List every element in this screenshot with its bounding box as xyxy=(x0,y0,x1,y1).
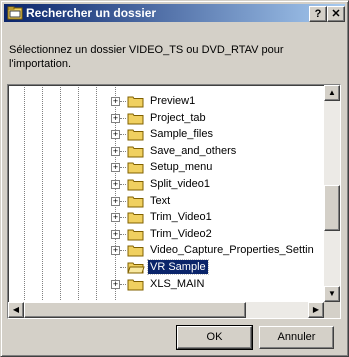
tree-item-label: Save_and_others xyxy=(150,144,237,157)
tree-connector xyxy=(120,167,126,169)
tree-item-label: Text xyxy=(150,194,171,207)
expand-icon[interactable]: + xyxy=(111,213,120,223)
tree-item-label: Trim_Video2 xyxy=(150,227,212,240)
expand-icon[interactable]: + xyxy=(111,163,120,173)
horizontal-scrollbar[interactable]: ◀ ▶ xyxy=(8,302,324,318)
horizontal-scroll-thumb[interactable] xyxy=(24,302,246,318)
folder-icon xyxy=(127,146,144,158)
tree-item[interactable]: + Trim_Video2 xyxy=(10,226,322,242)
tree-item[interactable]: + Sample_files xyxy=(10,126,322,142)
close-button[interactable]: ✕ xyxy=(327,6,345,22)
expand-icon[interactable]: + xyxy=(111,180,120,189)
scroll-up-button[interactable]: ▲ xyxy=(324,85,340,101)
title-bar[interactable]: Rechercher un dossier ? ✕ xyxy=(4,4,345,22)
cancel-button[interactable]: Annuler xyxy=(259,326,334,349)
instruction-text: Sélectionnez un dossier VIDEO_TS ou DVD_… xyxy=(9,44,284,70)
tree-connector xyxy=(120,117,126,119)
tree-item-label: Project_tab xyxy=(150,111,206,124)
tree-item[interactable]: + Text xyxy=(10,193,322,209)
tree-item-label: Split_video1 xyxy=(150,178,210,190)
help-button[interactable]: ? xyxy=(309,6,327,22)
expand-icon[interactable]: + xyxy=(111,229,120,239)
scroll-left-button[interactable]: ◀ xyxy=(8,302,24,318)
folder-search-icon xyxy=(7,6,23,20)
tree-item-label: VR Sample xyxy=(147,259,209,275)
tree-connector xyxy=(120,233,126,235)
expand-icon[interactable]: + xyxy=(111,246,120,256)
expand-icon[interactable]: + xyxy=(111,130,120,140)
scroll-right-button[interactable]: ▶ xyxy=(308,302,324,318)
folder-icon xyxy=(127,129,144,141)
folder-icon xyxy=(127,279,144,291)
tree-item-label: Sample_files xyxy=(150,128,213,141)
tree-connector xyxy=(120,217,126,219)
tree-item[interactable]: + Setup_menu xyxy=(10,159,322,175)
tree-item[interactable]: + Video_Capture_Properties_Settin xyxy=(10,242,322,258)
vertical-scroll-thumb[interactable] xyxy=(324,185,340,231)
expand-icon[interactable]: + xyxy=(111,146,120,156)
folder-icon xyxy=(127,96,144,108)
tree-item-label: Trim_Video1 xyxy=(150,211,212,224)
folder-icon xyxy=(127,229,144,241)
tree-connector xyxy=(120,184,126,185)
scroll-down-button[interactable]: ▼ xyxy=(324,286,340,302)
vertical-scrollbar[interactable]: ▲ ▼ xyxy=(324,85,340,302)
folder-icon xyxy=(127,196,144,208)
open-folder-icon xyxy=(127,262,145,274)
expand-icon[interactable]: + xyxy=(111,196,120,206)
tree-connector xyxy=(120,250,126,252)
window-title: Rechercher un dossier xyxy=(26,6,157,20)
folder-icon xyxy=(127,179,144,191)
folder-icon xyxy=(127,162,144,174)
scrollbar-corner xyxy=(324,302,340,318)
expand-icon[interactable]: + xyxy=(111,97,120,106)
tree-item[interactable]: VR Sample xyxy=(10,259,322,275)
folder-icon xyxy=(127,245,144,257)
tree-item-label: Video_Capture_Properties_Settin xyxy=(150,244,314,257)
tree-item[interactable]: + Split_video1 xyxy=(10,176,322,192)
tree-item-label: XLS_MAIN xyxy=(150,277,205,290)
tree-connector xyxy=(120,101,126,102)
tree-item[interactable]: + Preview1 xyxy=(10,93,322,109)
tree-item-label: Preview1 xyxy=(150,95,196,107)
tree-item[interactable]: + XLS_MAIN xyxy=(10,276,322,292)
tree-connector xyxy=(120,134,126,136)
folder-icon xyxy=(127,212,144,224)
tree-item[interactable]: + Project_tab xyxy=(10,110,322,126)
folder-tree-viewport: + Preview1 + Project_tab + Sample_files + Save_… xyxy=(10,87,322,300)
tree-connector xyxy=(120,267,126,268)
expand-icon[interactable]: + xyxy=(111,279,120,289)
tree-item[interactable]: + Save_and_others xyxy=(10,143,322,159)
folder-icon xyxy=(127,113,144,125)
tree-connector xyxy=(120,283,126,285)
browse-folder-dialog: Rechercher un dossier ? ✕ Sélectionnez u… xyxy=(0,0,349,357)
expand-icon[interactable]: + xyxy=(111,113,120,123)
tree-item[interactable]: + Trim_Video1 xyxy=(10,209,322,225)
ok-button[interactable]: OK xyxy=(176,325,253,350)
tree-item-label: Setup_menu xyxy=(150,161,213,174)
tree-connector xyxy=(120,200,126,202)
tree-connector xyxy=(120,150,126,152)
folder-tree[interactable]: + Preview1 + Project_tab + Sample_files + Save_… xyxy=(7,84,341,319)
